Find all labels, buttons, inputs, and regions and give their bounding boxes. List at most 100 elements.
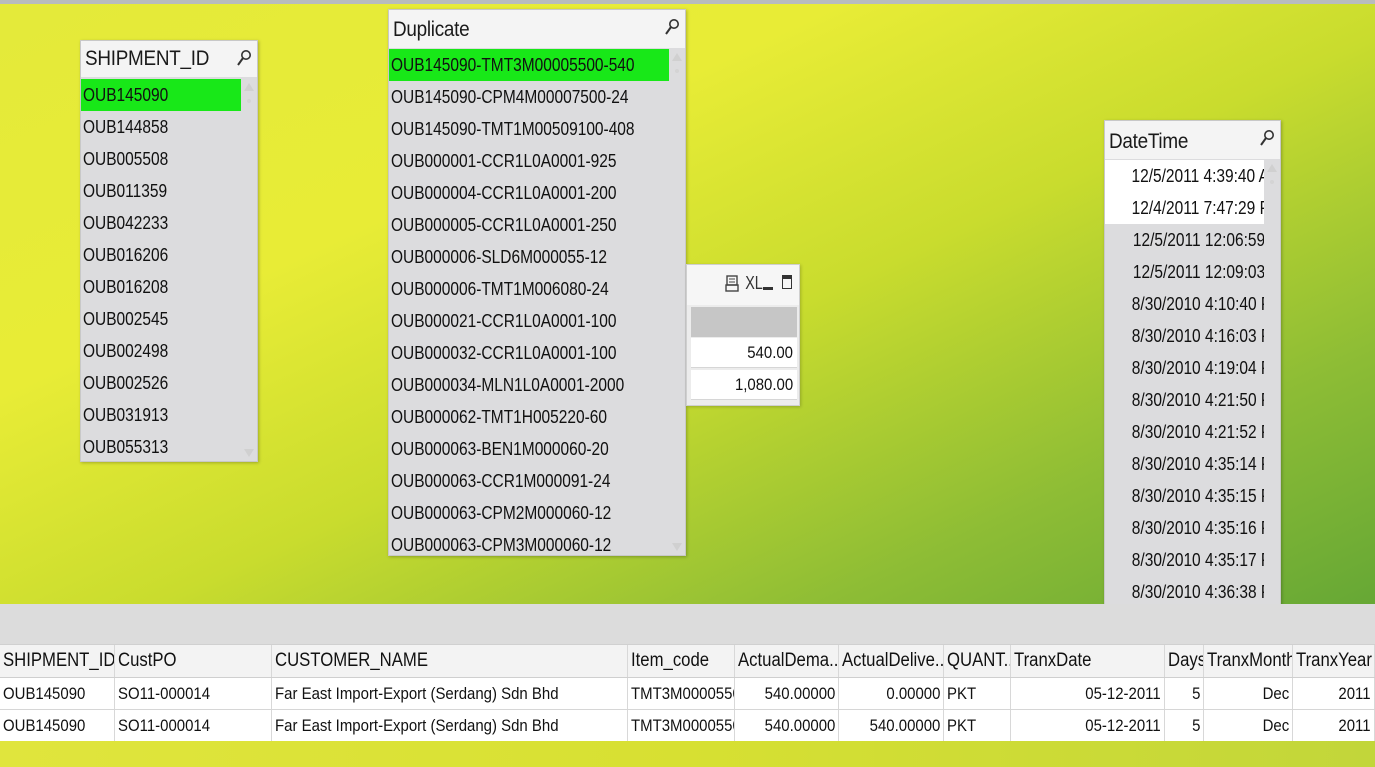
table-cell: 540.00000 — [735, 678, 839, 709]
list-item[interactable]: OUB145090-CPM4M00007500-24 — [389, 81, 669, 113]
listbox-title[interactable]: Duplicate — [389, 10, 685, 48]
scroll-down-arrow[interactable] — [672, 543, 682, 551]
scrollbar[interactable] — [241, 79, 257, 461]
scroll-thumb[interactable] — [1270, 180, 1274, 184]
listbox-title[interactable]: SHIPMENT_ID — [81, 41, 257, 77]
table-cell: TMT3M00005500 — [628, 678, 735, 709]
column-header[interactable]: ActualDema... — [735, 645, 839, 677]
table-cell: TMT3M00005500 — [628, 710, 735, 741]
column-header[interactable]: TranxYear — [1293, 645, 1375, 677]
column-header[interactable]: CustPO — [115, 645, 272, 677]
list-item[interactable]: 8/30/2010 4:35:16 PM — [1105, 512, 1264, 544]
list-item[interactable]: OUB145090-TMT1M00509100-408 — [389, 113, 669, 145]
list-item[interactable]: OUB016206 — [81, 239, 241, 271]
list-item[interactable]: OUB000063-CPM3M000060-12 — [389, 529, 669, 555]
scroll-up-arrow[interactable] — [244, 83, 254, 91]
list-item[interactable]: OUB000063-CPM2M000060-12 — [389, 497, 669, 529]
list-item[interactable]: 8/30/2010 4:35:14 PM — [1105, 448, 1264, 480]
list-item[interactable]: OUB016208 — [81, 271, 241, 303]
column-header[interactable]: TranxMonth — [1204, 645, 1293, 677]
scrollbar[interactable] — [1264, 160, 1280, 607]
list-item[interactable]: OUB000006-SLD6M000055-12 — [389, 241, 669, 273]
list-item[interactable]: OUB011359 — [81, 175, 241, 207]
scroll-thumb[interactable] — [675, 69, 679, 73]
table-cell: SO11-000014 — [115, 710, 272, 741]
column-header[interactable]: TranxDate — [1011, 645, 1165, 677]
column-header[interactable]: CUSTOMER_NAME — [272, 645, 628, 677]
scrollbar[interactable] — [669, 49, 685, 555]
list-item[interactable]: OUB005508 — [81, 143, 241, 175]
shipment-id-listbox[interactable]: SHIPMENT_ID OUB145090 OUB144858 OUB005508 O… — [80, 40, 258, 462]
table-cell: OUB145090 — [0, 678, 115, 709]
value-table-object[interactable]: XL 540.00 1,080.00 — [686, 264, 800, 406]
table-caption-band — [0, 604, 1375, 644]
list-item[interactable]: OUB000063-BEN1M000060-20 — [389, 433, 669, 465]
list-item[interactable]: OUB002545 — [81, 303, 241, 335]
list-item[interactable]: OUB000006-TMT1M006080-24 — [389, 273, 669, 305]
scroll-down-arrow[interactable] — [244, 449, 254, 457]
list-item[interactable]: 12/4/2011 7:47:29 PM — [1105, 192, 1264, 224]
list-item[interactable]: OUB000062-TMT1H005220-60 — [389, 401, 669, 433]
list-item[interactable]: OUB002498 — [81, 335, 241, 367]
search-icon[interactable] — [664, 18, 680, 36]
shipment-detail-table[interactable]: SHIPMENT_ID CustPO CUSTOMER_NAME Item_code A… — [0, 644, 1375, 742]
list-item[interactable]: OUB000034-MLN1L0A0001-2000 — [389, 369, 669, 401]
list-item[interactable]: 8/30/2010 4:21:50 PM — [1105, 384, 1264, 416]
duplicate-listbox[interactable]: Duplicate OUB145090-TMT3M00005500-540 OUB… — [388, 9, 686, 556]
column-header[interactable]: SHIPMENT_ID — [0, 645, 115, 677]
list-item[interactable]: OUB000021-CCR1L0A0001-100 — [389, 305, 669, 337]
scroll-thumb[interactable] — [247, 99, 251, 103]
background-strip — [0, 741, 1375, 767]
search-icon[interactable] — [1259, 129, 1275, 147]
table-cell: 2011 — [1293, 710, 1375, 741]
table-cell: 05-12-2011 — [1011, 678, 1165, 709]
table-header — [691, 307, 797, 337]
list-item[interactable]: 8/30/2010 4:16:03 PM — [1105, 320, 1264, 352]
column-header[interactable]: Days — [1165, 645, 1204, 677]
list-item[interactable]: 12/5/2011 4:39:40 AM — [1105, 160, 1264, 192]
column-header[interactable]: Item_code — [628, 645, 735, 677]
list-item[interactable]: 8/30/2010 4:21:52 PM — [1105, 416, 1264, 448]
table-row[interactable]: 1,080.00 — [691, 370, 797, 400]
table-header-row: SHIPMENT_ID CustPO CUSTOMER_NAME Item_code A… — [0, 645, 1375, 678]
table-row[interactable]: OUB145090 SO11-000014 Far East Import-Expo… — [0, 678, 1375, 710]
scroll-up-arrow[interactable] — [1267, 164, 1277, 172]
table-cell: Dec — [1204, 710, 1293, 741]
list-item[interactable]: OUB002526 — [81, 367, 241, 399]
list-item[interactable]: OUB000005-CCR1L0A0001-250 — [389, 209, 669, 241]
list-item[interactable]: OUB145090 — [81, 79, 241, 111]
table-row[interactable]: OUB145090 SO11-000014 Far East Import-Expo… — [0, 710, 1375, 742]
column-header[interactable]: QUANT... — [944, 645, 1011, 677]
list-item[interactable]: OUB055313 — [81, 431, 241, 461]
column-header[interactable]: ActualDelive... — [839, 645, 944, 677]
table-cell: 540.00000 — [735, 710, 839, 741]
datetime-listbox[interactable]: DateTime 12/5/2011 4:39:40 AM12/4/2011 7… — [1104, 120, 1281, 608]
list-item[interactable]: OUB145090-TMT3M00005500-540 — [389, 49, 669, 81]
table-cell: 5 — [1165, 710, 1204, 741]
list-item[interactable]: OUB144858 — [81, 111, 241, 143]
printer-icon[interactable] — [725, 275, 739, 293]
list-item[interactable]: 8/30/2010 4:35:17 PM — [1105, 544, 1264, 576]
list-item[interactable]: 8/30/2010 4:35:15 PM — [1105, 480, 1264, 512]
list-item[interactable]: OUB000001-CCR1L0A0001-925 — [389, 145, 669, 177]
list-item[interactable]: OUB000004-CCR1L0A0001-200 — [389, 177, 669, 209]
table-cell: 540.00000 — [839, 710, 944, 741]
scroll-up-arrow[interactable] — [672, 53, 682, 61]
list-item[interactable]: OUB000032-CCR1L0A0001-100 — [389, 337, 669, 369]
listbox-title[interactable]: DateTime — [1105, 121, 1280, 159]
table-cell: SO11-000014 — [115, 678, 272, 709]
list-item[interactable]: OUB031913 — [81, 399, 241, 431]
list-item[interactable]: OUB042233 — [81, 207, 241, 239]
search-icon[interactable] — [236, 49, 252, 67]
list-item[interactable]: 12/5/2011 12:06:59 AM — [1105, 224, 1264, 256]
list-item[interactable]: 8/30/2010 4:10:40 PM — [1105, 288, 1264, 320]
table-cell: 0.00000 — [839, 678, 944, 709]
table-cell: 5 — [1165, 678, 1204, 709]
excel-export-icon[interactable]: XL — [745, 273, 763, 294]
maximize-icon[interactable] — [782, 275, 792, 289]
minimize-icon[interactable] — [763, 287, 773, 290]
list-item[interactable]: 8/30/2010 4:19:04 PM — [1105, 352, 1264, 384]
table-row[interactable]: 540.00 — [691, 338, 797, 368]
list-item[interactable]: OUB000063-CCR1M000091-24 — [389, 465, 669, 497]
list-item[interactable]: 12/5/2011 12:09:03 AM — [1105, 256, 1264, 288]
